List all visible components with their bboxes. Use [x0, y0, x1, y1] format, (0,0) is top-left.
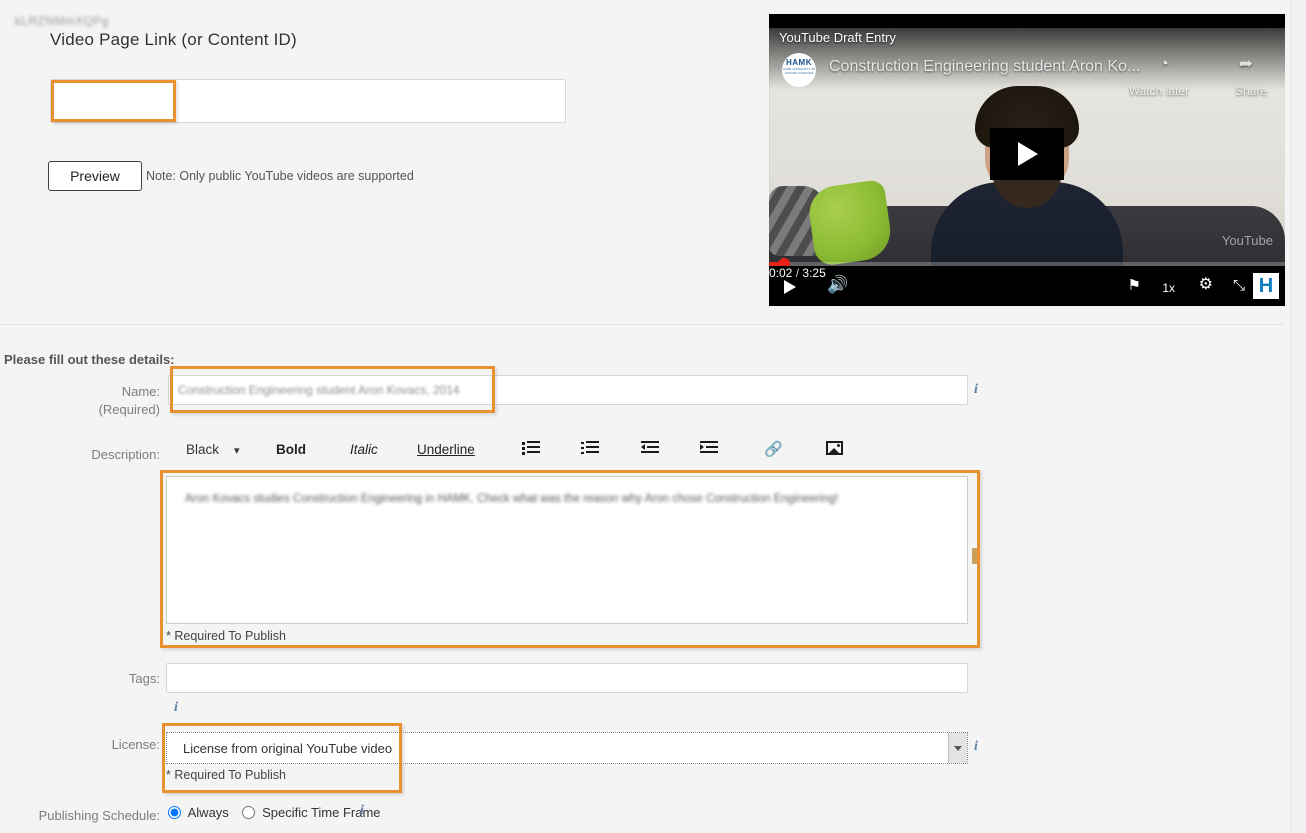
info-icon-name[interactable]: i [974, 382, 978, 398]
tags-label: Tags: [128, 671, 160, 686]
watch-later-button[interactable]: Watch later [1129, 84, 1189, 98]
video-link-section: Video Page Link (or Content ID) kLRZNMmX… [0, 0, 1306, 325]
license-label: License: [111, 737, 160, 752]
name-label: Name: [121, 384, 160, 399]
license-required-note: * Required To Publish [166, 768, 286, 782]
description-toolbar: Black ▾ Bold Italic Underline 🔗 [164, 440, 976, 468]
publishing-schedule-radios: Always Specific Time Frame [168, 803, 391, 823]
flag-icon[interactable]: ⚑ [1128, 276, 1141, 296]
preview-button[interactable]: Preview [48, 161, 142, 191]
bold-button[interactable]: Bold [276, 440, 306, 460]
ordered-list-icon[interactable] [581, 441, 599, 457]
description-label: Description: [91, 447, 160, 462]
video-link-input-wrapper [50, 79, 566, 123]
section-divider [0, 324, 1285, 325]
description-editor[interactable]: Aron Kovacs studies Construction Enginee… [166, 476, 968, 624]
radio-always-label[interactable]: Always [188, 805, 229, 820]
video-title[interactable]: Construction Engineering student Aron Ko… [829, 58, 1140, 76]
video-duration: 3:25 [802, 266, 826, 280]
video-controls-bar: 🔊 0:02 / 3:25 ⚑ 1x ⚙ ⤡ H [769, 266, 1285, 306]
video-link-value-obscured: kLRZNMmXQPg [15, 14, 109, 28]
hamk-brand-logo[interactable]: H [1253, 273, 1279, 299]
outdent-icon[interactable] [641, 441, 659, 457]
text-color-dropdown[interactable]: Black [186, 440, 219, 460]
underline-button[interactable]: Underline [417, 440, 475, 460]
name-required-label: (Required) [98, 402, 160, 417]
channel-avatar[interactable]: HAMK HÄME UNIVERSITY OF APPLIED SCIENCES [782, 53, 816, 87]
link-icon[interactable]: 🔗 [764, 440, 783, 460]
page-scrollbar[interactable] [1290, 0, 1306, 833]
radio-specific-time-frame[interactable] [242, 805, 256, 819]
name-input[interactable] [168, 375, 968, 405]
radio-always-wrap[interactable]: Always [168, 804, 229, 820]
description-required-note: * Required To Publish [166, 629, 286, 643]
description-text-obscured: Aron Kovacs studies Construction Enginee… [185, 493, 839, 505]
channel-avatar-sublabel: HÄME UNIVERSITY OF APPLIED SCIENCES [782, 67, 816, 75]
chevron-down-icon[interactable]: ▾ [234, 441, 240, 461]
fullscreen-icon[interactable]: ⤡ [1233, 276, 1245, 296]
publishing-schedule-label: Publishing Schedule: [38, 808, 160, 823]
big-play-button[interactable] [990, 128, 1064, 180]
preview-note-text: Note: Only public YouTube videos are sup… [146, 169, 414, 183]
image-icon[interactable] [826, 441, 844, 457]
info-icon-license[interactable]: i [974, 739, 978, 755]
gear-icon[interactable]: ⚙ [1199, 275, 1213, 295]
info-icon-tags[interactable]: i [174, 700, 178, 716]
details-heading: Please fill out these details: [4, 352, 175, 367]
youtube-wordmark[interactable]: YouTube [1222, 233, 1273, 248]
radio-always[interactable] [168, 805, 181, 819]
video-link-input[interactable] [50, 79, 566, 123]
share-arrow-icon[interactable]: ➦ [1239, 54, 1253, 74]
description-resize-handle[interactable] [972, 548, 977, 564]
page-title: Video Page Link (or Content ID) [50, 30, 297, 49]
volume-icon[interactable]: 🔊 [827, 275, 848, 295]
indent-icon[interactable] [700, 441, 718, 457]
youtube-player[interactable]: YouTube Draft Entry HAMK HÄME UNIVERSITY… [769, 14, 1285, 306]
tags-input[interactable] [166, 663, 968, 693]
video-frame[interactable]: HAMK HÄME UNIVERSITY OF APPLIED SCIENCES… [769, 28, 1285, 280]
youtube-draft-entry-label: YouTube Draft Entry [779, 30, 896, 45]
current-time: 0:02 [769, 266, 793, 280]
playback-speed-button[interactable]: 1x [1162, 278, 1175, 298]
license-select[interactable]: License from original YouTube video [166, 732, 968, 764]
channel-avatar-label: HAMK [786, 58, 812, 67]
italic-button[interactable]: Italic [350, 440, 378, 460]
time-separator: / [795, 266, 800, 280]
clock-icon[interactable]: ◔ [1159, 54, 1169, 74]
share-button[interactable]: Share [1235, 84, 1267, 98]
unordered-list-icon[interactable] [522, 441, 540, 457]
info-icon-schedule[interactable]: i [360, 803, 364, 819]
